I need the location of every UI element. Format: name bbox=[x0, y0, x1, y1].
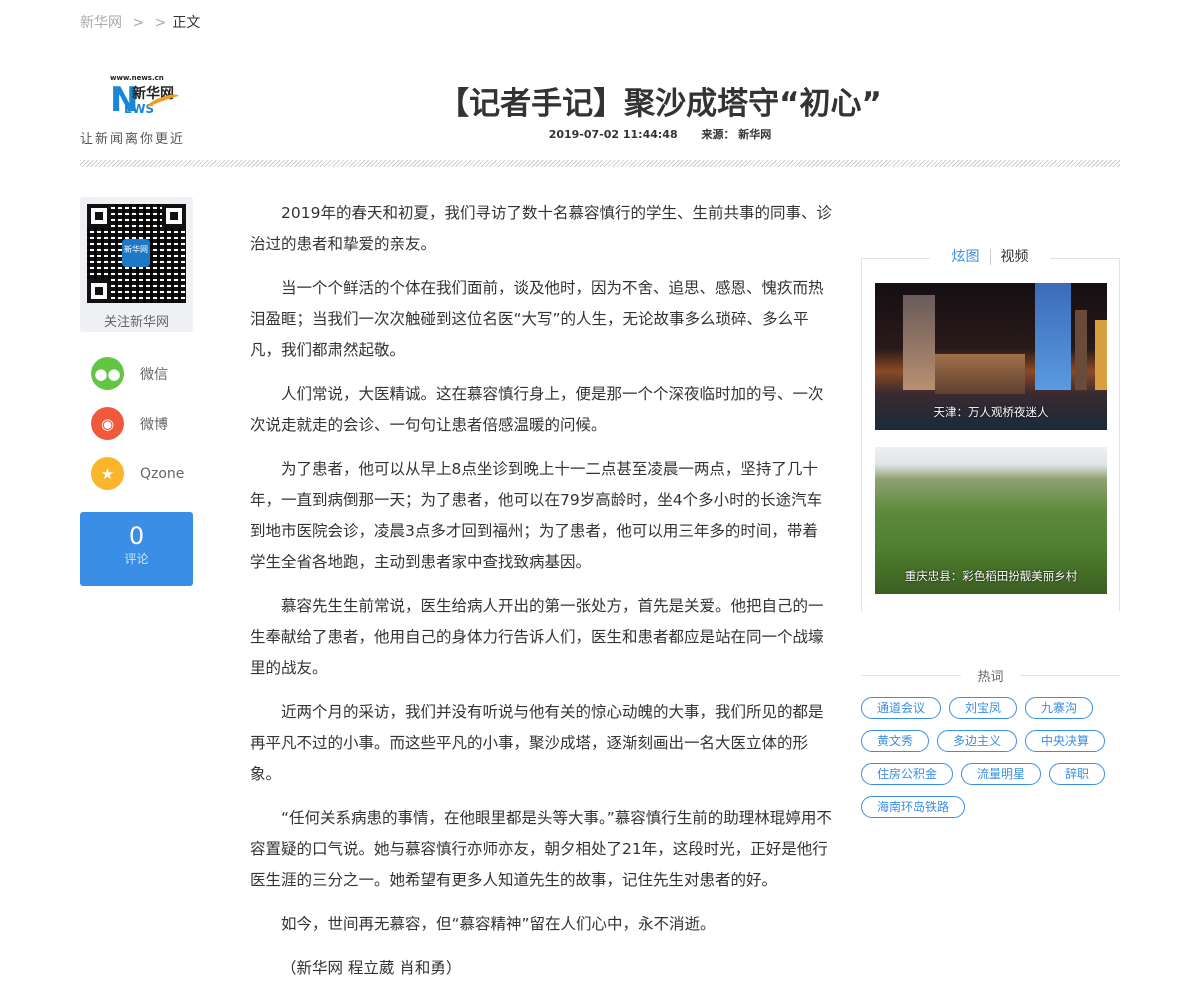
hot-word-tag[interactable]: 中央决算 bbox=[1025, 730, 1105, 752]
qr-code: 新华网 bbox=[87, 204, 186, 303]
article-paragraph: 为了患者，他可以从早上8点坐诊到晚上十一二点甚至凌晨一两点，坚持了几十年，一直到… bbox=[250, 454, 832, 578]
hot-word-tag[interactable]: 住房公积金 bbox=[861, 763, 953, 785]
hot-word-tag[interactable]: 辞职 bbox=[1049, 763, 1105, 785]
breadcrumb-sep: > bbox=[132, 15, 144, 31]
photo-caption: 天津：万人观桥夜迷人 bbox=[875, 404, 1107, 420]
breadcrumb: 新华网 > > 正文 bbox=[80, 12, 206, 32]
hot-words-heading: 热词 bbox=[861, 666, 1120, 685]
share-label: Qzone bbox=[140, 466, 184, 482]
breadcrumb-home[interactable]: 新华网 bbox=[80, 15, 122, 31]
article-byline: （新华网 程立葳 肖和勇） bbox=[250, 953, 832, 984]
article-body: 2019年的春天和初夏，我们寻访了数十名慕容慎行的学生、生前共事的同事、诊治过的… bbox=[250, 198, 832, 997]
qr-label: 关注新华网 bbox=[80, 311, 193, 330]
tab-videos[interactable]: 视频 bbox=[991, 249, 1039, 265]
photo-caption: 重庆忠县：彩色稻田扮靓美丽乡村 bbox=[875, 568, 1107, 584]
wechat-icon: ●● bbox=[91, 357, 124, 390]
hot-word-tag[interactable]: 多边主义 bbox=[937, 730, 1017, 752]
comment-count: 0 bbox=[80, 522, 193, 550]
article-paragraph: 近两个月的采访，我们并没有听说与他有关的惊心动魄的大事，我们所见的都是再平凡不过… bbox=[250, 697, 832, 790]
photo-card[interactable]: 天津：万人观桥夜迷人 bbox=[875, 283, 1107, 430]
hot-word-tag[interactable]: 海南环岛铁路 bbox=[861, 796, 965, 818]
article-paragraph: “任何关系病患的事情，在他眼里都是头等大事。”慕容慎行生前的助理林琨婷用不容置疑… bbox=[250, 803, 832, 896]
hot-word-tag[interactable]: 黄文秀 bbox=[861, 730, 929, 752]
source-label: 来源： bbox=[701, 128, 734, 141]
qzone-icon: ★ bbox=[91, 457, 124, 490]
header-divider bbox=[80, 160, 1120, 167]
share-wechat-button[interactable]: ●● 微信 bbox=[91, 357, 168, 390]
qr-center-logo: 新华网 bbox=[122, 239, 150, 267]
article-paragraph: 慕容先生生前常说，医生给病人开出的第一张处方，首先是关爱。他把自己的一生奉献给了… bbox=[250, 591, 832, 684]
share-weibo-button[interactable]: ◉ 微博 bbox=[91, 407, 168, 440]
article-paragraph: 2019年的春天和初夏，我们寻访了数十名慕容慎行的学生、生前共事的同事、诊治过的… bbox=[250, 198, 832, 260]
publish-datetime: 2019-07-02 11:44:48 bbox=[549, 128, 678, 141]
weibo-icon: ◉ bbox=[91, 407, 124, 440]
source-name: 新华网 bbox=[738, 128, 771, 141]
breadcrumb-current: 正文 bbox=[172, 15, 200, 31]
hot-word-tag[interactable]: 九寨沟 bbox=[1025, 697, 1093, 719]
article-paragraph: 当一个个鲜活的个体在我们面前，谈及他时，因为不舍、追思、感恩、愧疚而热泪盈眶；当… bbox=[250, 273, 832, 366]
page-title: 【记者手记】聚沙成塔守“初心” bbox=[0, 78, 1200, 123]
hot-word-tag[interactable]: 流量明星 bbox=[961, 763, 1041, 785]
qr-follow-card: 新华网 关注新华网 bbox=[80, 197, 193, 332]
share-qzone-button[interactable]: ★ Qzone bbox=[91, 457, 184, 490]
breadcrumb-sep: > bbox=[155, 15, 167, 31]
article-paragraph: 人们常说，大医精诚。这在慕容慎行身上，便是那一个个深夜临时加的号、一次次说走就走… bbox=[250, 379, 832, 441]
photo-card[interactable]: 重庆忠县：彩色稻田扮靓美丽乡村 bbox=[875, 447, 1107, 594]
hot-word-tag[interactable]: 通道会议 bbox=[861, 697, 941, 719]
hot-words-list: 通道会议 刘宝凤 九寨沟 黄文秀 多边主义 中央决算 住房公积金 流量明星 辞职… bbox=[861, 697, 1121, 818]
share-label: 微博 bbox=[140, 414, 168, 434]
hot-word-tag[interactable]: 刘宝凤 bbox=[949, 697, 1017, 719]
media-tabs: 炫图视频 bbox=[930, 246, 1050, 266]
comment-button[interactable]: 0 评论 bbox=[80, 512, 193, 586]
article-paragraph: 如今，世间再无慕容，但“慕容精神”留在人们心中，永不消逝。 bbox=[250, 909, 832, 940]
comment-label: 评论 bbox=[80, 550, 193, 567]
share-label: 微信 bbox=[140, 364, 168, 384]
tab-photos[interactable]: 炫图 bbox=[942, 249, 990, 265]
article-meta: 2019-07-02 11:44:48 来源： 新华网 bbox=[0, 126, 1200, 142]
